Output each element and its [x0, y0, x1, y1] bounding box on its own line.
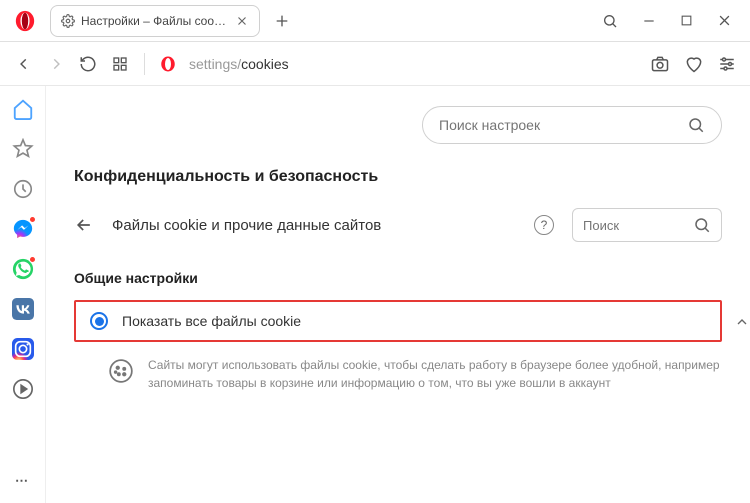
sidebar-player[interactable]: [12, 378, 34, 400]
sidebar-instagram[interactable]: [12, 338, 34, 360]
speed-dial-button[interactable]: [110, 54, 130, 74]
new-tab-button[interactable]: [268, 7, 296, 35]
cookie-search[interactable]: [572, 208, 722, 242]
titlebar: Настройки – Файлы cookie: [0, 0, 750, 42]
nav-back-button[interactable]: [14, 54, 34, 74]
sub-title: Файлы cookie и прочие данные сайтов: [112, 217, 516, 234]
radio-selected[interactable]: [90, 312, 108, 330]
search-icon[interactable]: [602, 13, 618, 29]
back-arrow-icon[interactable]: [74, 215, 94, 235]
camera-icon[interactable]: [650, 54, 670, 74]
search-icon: [693, 216, 711, 234]
maximize-icon[interactable]: [680, 14, 693, 27]
tab-title: Настройки – Файлы cookie: [81, 14, 229, 28]
window-close-icon[interactable]: [717, 13, 732, 28]
close-icon[interactable]: [235, 14, 249, 28]
reload-button[interactable]: [78, 54, 98, 74]
settings-search-input[interactable]: [439, 117, 687, 133]
general-settings-label: Общие настройки: [74, 270, 722, 286]
browser-tab[interactable]: Настройки – Файлы cookie: [50, 5, 260, 37]
sidebar-more[interactable]: ⋯: [15, 473, 30, 489]
address-path: cookies: [241, 56, 288, 72]
sub-header: Файлы cookie и прочие данные сайтов ?: [74, 208, 722, 242]
opera-mini-icon: [159, 55, 177, 73]
chevron-up-icon[interactable]: [734, 314, 750, 330]
toolbar: settings/cookies: [0, 42, 750, 86]
section-title: Конфиденциальность и безопасность: [74, 168, 722, 186]
sidebar: ⋯: [0, 86, 46, 503]
minimize-icon[interactable]: [642, 14, 656, 28]
heart-icon[interactable]: [684, 54, 704, 74]
option-label: Показать все файлы cookie: [122, 313, 706, 329]
settings-search[interactable]: [422, 106, 722, 144]
option-description-row: Сайты могут использовать файлы cookie, ч…: [74, 356, 722, 392]
address-bar[interactable]: settings/cookies: [189, 56, 289, 72]
gear-icon: [61, 14, 75, 28]
sidebar-home[interactable]: [12, 98, 34, 120]
easy-setup-icon[interactable]: [718, 55, 736, 73]
sidebar-whatsapp[interactable]: [12, 258, 34, 280]
help-icon[interactable]: ?: [534, 215, 554, 235]
option-show-all-cookies[interactable]: Показать все файлы cookie: [74, 300, 722, 342]
sidebar-vk[interactable]: [12, 298, 34, 320]
separator: [144, 53, 145, 75]
cookie-search-input[interactable]: [583, 218, 687, 233]
sidebar-messenger[interactable]: [12, 218, 34, 240]
sidebar-history[interactable]: [12, 178, 34, 200]
sidebar-bookmarks[interactable]: [12, 138, 34, 160]
settings-content: Конфиденциальность и безопасность Файлы …: [46, 86, 750, 503]
address-prefix: settings/: [189, 56, 241, 72]
opera-logo-icon: [14, 10, 36, 32]
cookie-icon: [108, 358, 134, 384]
search-icon: [687, 116, 705, 134]
option-description: Сайты могут использовать файлы cookie, ч…: [148, 356, 722, 392]
nav-forward-button[interactable]: [46, 54, 66, 74]
